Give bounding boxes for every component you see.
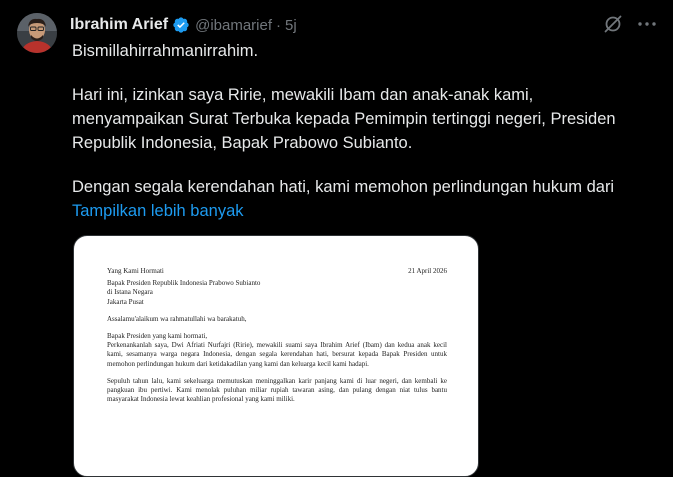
post-line-bismillah: Bismillahirrahmanirrahim. [72, 42, 259, 60]
show-more-link[interactable]: Tampilkan lebih banyak [72, 199, 244, 223]
letter-paragraph-2: Sepuluh tahun lalu, kami sekeluarga memu… [107, 376, 447, 404]
grok-icon[interactable] [603, 14, 623, 34]
timestamp[interactable]: 5j [285, 17, 297, 34]
more-options-icon[interactable] [636, 14, 658, 34]
post-line: menyampaikan Surat Terbuka kepada Pemimp… [72, 110, 616, 128]
letter-addressee-line: di Istana Negara [107, 288, 153, 297]
post-line: Hari ini, izinkan saya Ririe, mewakili I… [72, 86, 534, 104]
author-name[interactable]: Ibrahim Arief [70, 16, 168, 34]
avatar[interactable] [17, 13, 57, 53]
tweet-text: Bismillahirrahmanirrahim. Hari ini, izin… [72, 39, 662, 223]
post-line: Republik Indonesia, Bapak Prabowo Subian… [72, 134, 413, 152]
letter-addressee-line: Bapak Presiden Republik Indonesia Prabow… [107, 279, 261, 288]
letter-opening: Bapak Presiden yang kami hormati, [107, 332, 208, 341]
author-handle[interactable]: @ibamarief [195, 17, 272, 34]
avatar-image [17, 13, 57, 53]
tweet: Ibrahim Arief @ibamarief · 5j Bismillahi… [0, 0, 673, 477]
letter-date: 21 April 2026 [408, 267, 447, 275]
letter-addressee-line: Jakarta Pusat [107, 297, 144, 306]
letter-salutation-header: Yang Kami Hormati [107, 267, 164, 275]
separator-dot: · [276, 16, 282, 34]
post-line: Dengan segala kerendahan hati, kami memo… [72, 178, 615, 196]
letter-document: 21 April 2026 Yang Kami Hormati Bapak Pr… [107, 267, 447, 404]
letter-paragraph-1: Perkenankanlah saya, Dwi Afriati Nurfajr… [107, 341, 447, 368]
verified-badge-icon [172, 16, 190, 34]
attached-letter-image[interactable]: 21 April 2026 Yang Kami Hormati Bapak Pr… [73, 235, 479, 477]
tweet-header: Ibrahim Arief @ibamarief · 5j [70, 14, 297, 36]
letter-greeting: Assalamu'alaikum wa rahmatullahi wa bara… [107, 314, 247, 323]
